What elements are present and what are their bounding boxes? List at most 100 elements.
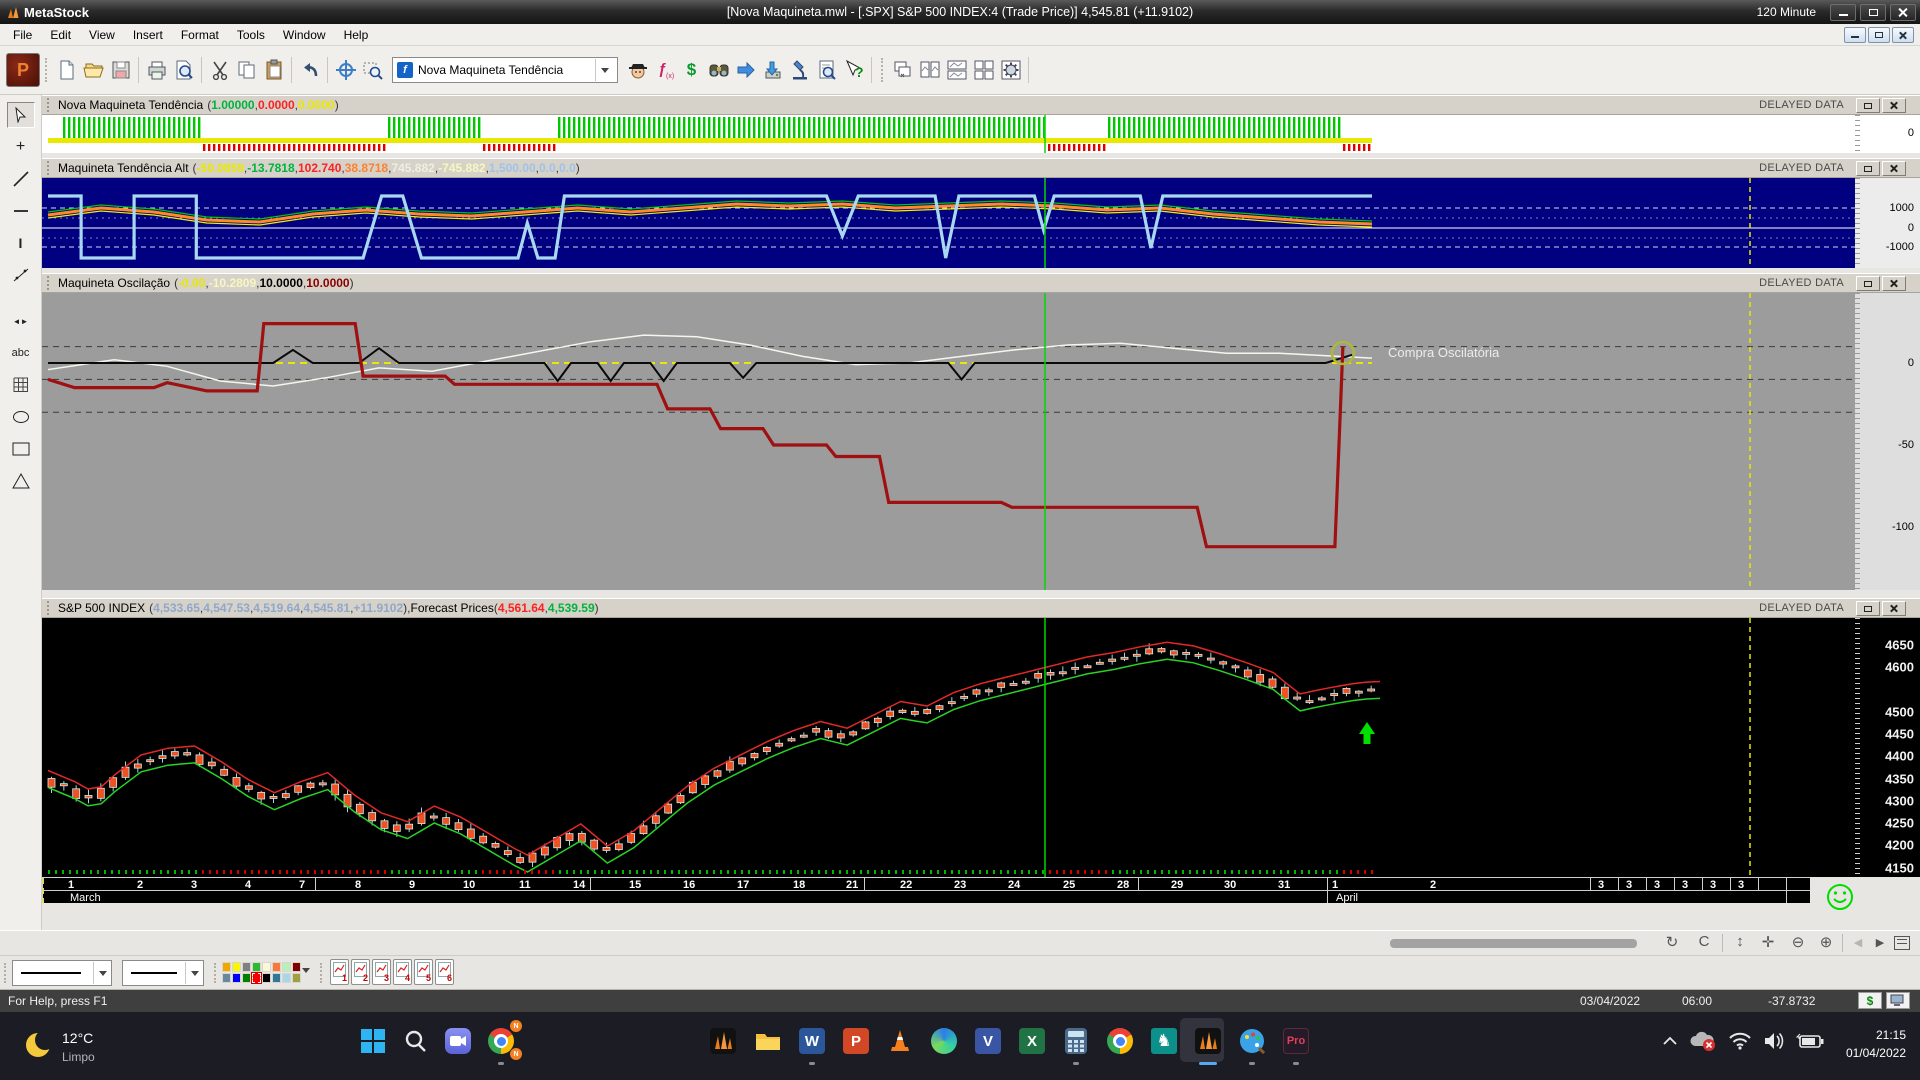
dollar-button[interactable]: $ xyxy=(1858,992,1882,1009)
color-swatch[interactable] xyxy=(262,973,271,983)
undo-button[interactable] xyxy=(296,57,323,84)
line-weight-dropdown[interactable] xyxy=(122,960,204,986)
date-axis[interactable]: 1234789101114151617182122232425282930311… xyxy=(42,877,1810,903)
date-label[interactable]: 2 xyxy=(137,879,143,891)
date-label[interactable]: 9 xyxy=(409,879,415,891)
dropdown-chevron-icon[interactable] xyxy=(595,59,613,81)
chrome-button[interactable] xyxy=(1105,1026,1135,1056)
oscillation-panel[interactable]: Compra Oscilatória 0-50-100 xyxy=(42,293,1920,590)
refresh-button[interactable]: ↻ xyxy=(1660,933,1684,951)
tray-clock-date[interactable]: 01/04/2022 xyxy=(1846,1046,1906,1060)
menu-window[interactable]: Window xyxy=(274,26,335,44)
date-label[interactable]: 7 xyxy=(299,879,305,891)
copy-button[interactable] xyxy=(233,57,260,84)
search-button[interactable] xyxy=(401,1026,431,1056)
close-button[interactable] xyxy=(1890,4,1916,21)
menu-file[interactable]: File xyxy=(4,26,41,44)
pan-button[interactable]: ✛ xyxy=(1756,933,1780,951)
date-label[interactable]: 23 xyxy=(954,879,966,891)
callout-text-tool[interactable]: abc xyxy=(7,340,35,366)
battery-tray-button[interactable] xyxy=(1795,1026,1825,1056)
crosshair-button[interactable] xyxy=(332,57,359,84)
chart-sheet-button-2[interactable]: 2 xyxy=(351,959,370,985)
start-button[interactable] xyxy=(358,1026,388,1056)
color-swatch[interactable] xyxy=(222,973,231,983)
date-label[interactable]: 1 xyxy=(1332,879,1338,891)
text-tool[interactable]: I xyxy=(7,230,35,256)
new-chart-button[interactable] xyxy=(53,57,80,84)
menu-help[interactable]: Help xyxy=(335,26,378,44)
regression-tool[interactable] xyxy=(7,262,35,288)
chart-sheet-button-5[interactable]: 5 xyxy=(414,959,433,985)
ellipse-tool[interactable] xyxy=(7,404,35,430)
system-tester-button[interactable]: $ xyxy=(678,57,705,84)
color-swatch[interactable] xyxy=(232,973,241,983)
color-swatch[interactable] xyxy=(282,973,291,983)
date-label[interactable]: 3 xyxy=(1710,879,1716,891)
color-swatch[interactable] xyxy=(272,962,281,972)
panel-close-button[interactable] xyxy=(1882,98,1906,113)
tray-clock-time[interactable]: 21:15 xyxy=(1876,1028,1906,1042)
date-label[interactable]: 3 xyxy=(1626,879,1632,891)
vertical-scale-button[interactable]: ↕ xyxy=(1728,933,1752,950)
tile-horizontal-button[interactable] xyxy=(943,57,970,84)
trendline-tool[interactable] xyxy=(7,166,35,192)
cascade-windows-button[interactable] xyxy=(889,57,916,84)
tile-grid-button[interactable] xyxy=(970,57,997,84)
pro-app-button[interactable]: Pro xyxy=(1281,1026,1311,1056)
visio-button[interactable]: V xyxy=(973,1026,1003,1056)
panel-close-button[interactable] xyxy=(1882,161,1906,176)
grid-tool[interactable] xyxy=(7,372,35,398)
child-restore-button[interactable] xyxy=(1868,27,1890,43)
powerpoint-button[interactable]: P xyxy=(841,1026,871,1056)
word-button[interactable]: W xyxy=(797,1026,827,1056)
date-label[interactable]: 15 xyxy=(629,879,641,891)
wifi-tray-button[interactable] xyxy=(1725,1026,1755,1056)
date-label[interactable]: 31 xyxy=(1278,879,1290,891)
panel-close-button[interactable] xyxy=(1882,601,1906,616)
expert-advisor-button[interactable] xyxy=(624,57,651,84)
dropdown-chevron-icon[interactable] xyxy=(185,962,203,984)
menu-view[interactable]: View xyxy=(80,26,124,44)
downloader-button[interactable] xyxy=(759,57,786,84)
tray-chevron-button[interactable] xyxy=(1655,1026,1685,1056)
color-swatch[interactable] xyxy=(262,962,271,972)
child-minimize-button[interactable] xyxy=(1844,27,1866,43)
report-button[interactable] xyxy=(813,57,840,84)
date-label[interactable]: 11 xyxy=(519,879,531,891)
date-label[interactable]: 14 xyxy=(573,879,585,891)
color-swatch[interactable] xyxy=(272,973,281,983)
pointer-tool[interactable] xyxy=(7,102,35,128)
rectangle-tool[interactable] xyxy=(7,436,35,462)
vlc-button[interactable] xyxy=(885,1026,915,1056)
panel-header-oscilacao[interactable]: Maquineta Oscilação(-0.00, -10.2809, 10.… xyxy=(42,273,1920,293)
indicator-builder-button[interactable]: ƒ(x) xyxy=(651,57,678,84)
scroll-left-button[interactable]: ◀ xyxy=(1846,936,1870,949)
color-swatch[interactable] xyxy=(252,973,261,983)
research-button[interactable] xyxy=(786,57,813,84)
child-close-button[interactable] xyxy=(1892,27,1914,43)
signal-panel[interactable]: 0 xyxy=(42,115,1920,153)
dropdown-chevron-icon[interactable] xyxy=(93,962,111,984)
scroll-right-button[interactable]: ▶ xyxy=(1868,936,1892,949)
color-swatch[interactable] xyxy=(242,962,251,972)
panel-header-sp500[interactable]: S&P 500 INDEX(4,533.65, 4,547.53, 4,519.… xyxy=(42,598,1920,618)
context-help-button[interactable]: ? xyxy=(840,57,867,84)
horizontal-line-tool[interactable] xyxy=(7,198,35,224)
paint-button[interactable] xyxy=(1237,1026,1267,1056)
color-swatch[interactable] xyxy=(292,973,301,983)
print-preview-button[interactable] xyxy=(170,57,197,84)
color-swatch[interactable] xyxy=(282,962,291,972)
panel-restore-button[interactable] xyxy=(1856,98,1880,113)
menu-format[interactable]: Format xyxy=(172,26,228,44)
date-label[interactable]: 10 xyxy=(463,879,475,891)
zoom-in-button[interactable]: ⊕ xyxy=(1814,933,1838,951)
open-chart-button[interactable] xyxy=(80,57,107,84)
date-label[interactable]: 25 xyxy=(1063,879,1075,891)
date-label[interactable]: 21 xyxy=(846,879,858,891)
tile-vertical-button[interactable] xyxy=(916,57,943,84)
calculator-button[interactable] xyxy=(1061,1026,1091,1056)
date-label[interactable]: 17 xyxy=(737,879,749,891)
date-label[interactable]: 29 xyxy=(1171,879,1183,891)
color-swatch[interactable] xyxy=(252,962,261,972)
